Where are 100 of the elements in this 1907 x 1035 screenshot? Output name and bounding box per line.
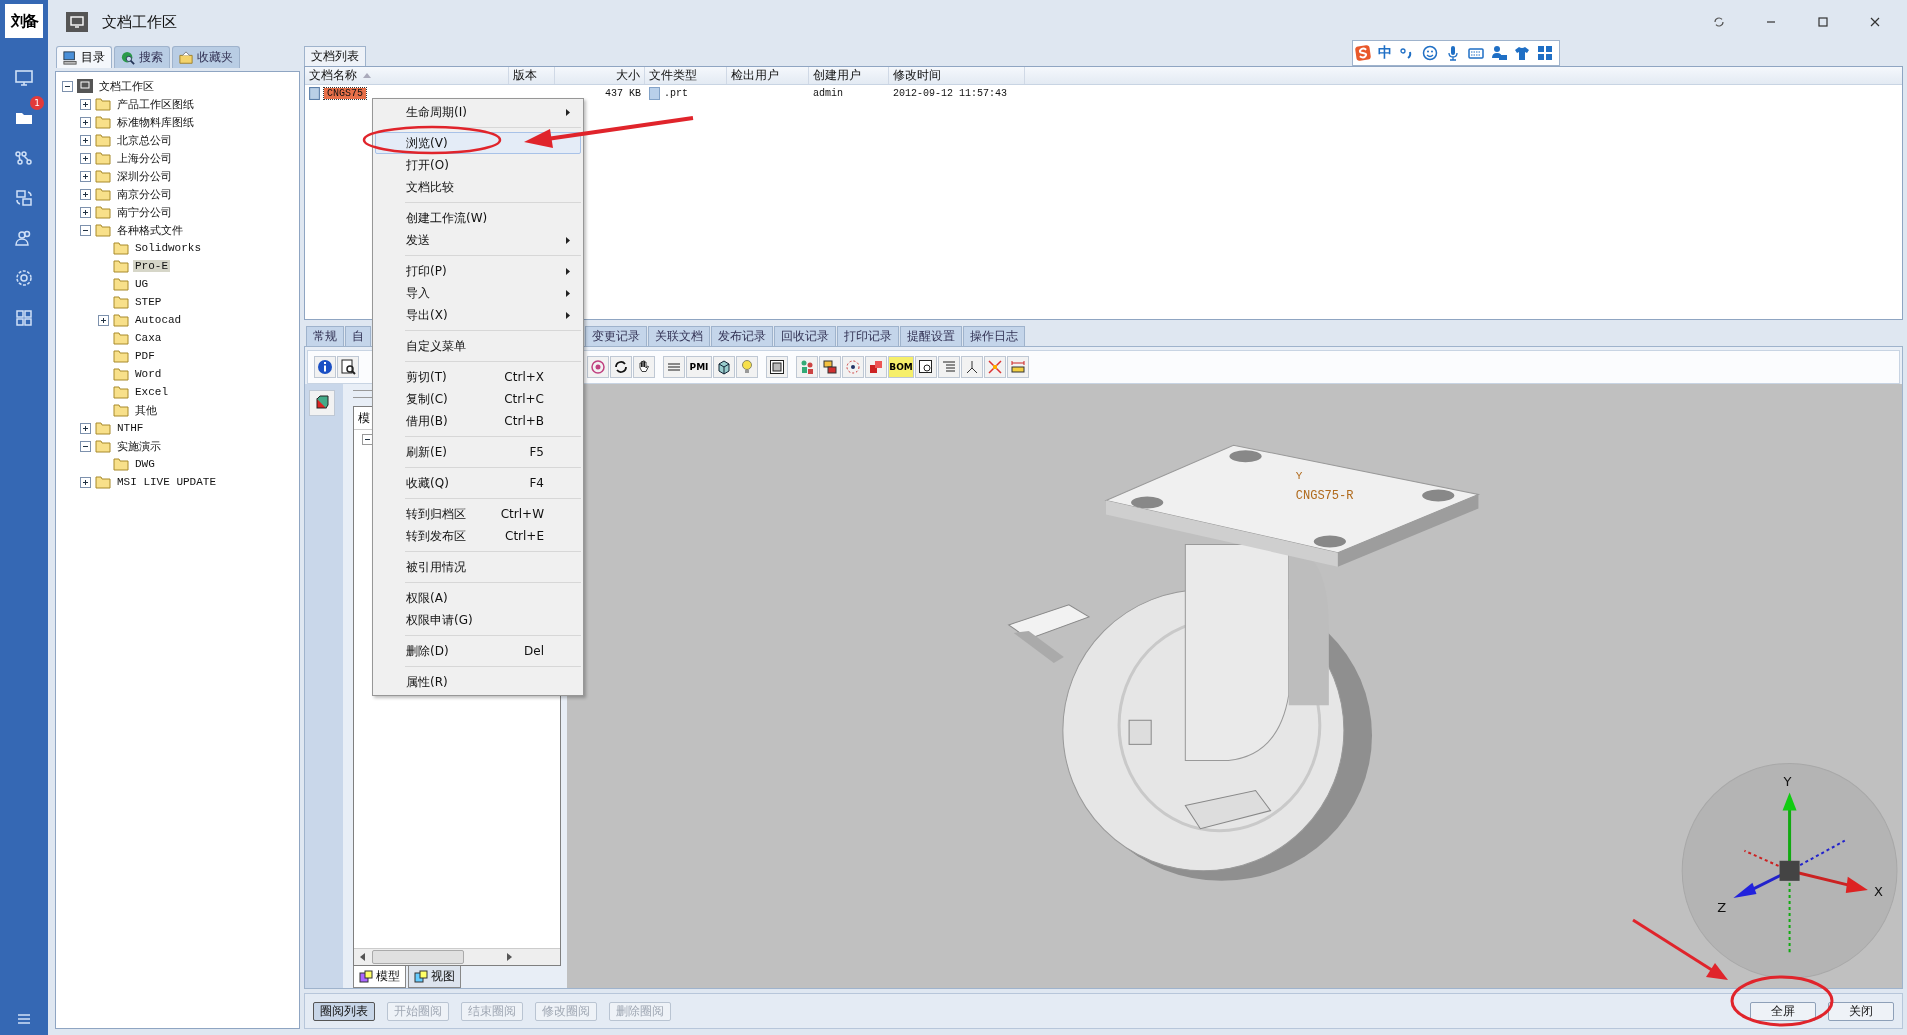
detail-tab[interactable]: 提醒设置	[900, 326, 962, 346]
tree-item[interactable]: 实施演示	[115, 438, 163, 454]
zoomdoc-button[interactable]	[915, 356, 937, 378]
hand-button[interactable]	[633, 356, 655, 378]
tree-item[interactable]: 各种格式文件	[115, 222, 185, 238]
tree-item[interactable]: MSI LIVE UPDATE	[115, 476, 219, 488]
scrollbar-thumb[interactable]	[372, 950, 464, 964]
axes-button[interactable]	[961, 356, 983, 378]
list-tab[interactable]: 文档列表	[304, 46, 366, 66]
tree-item[interactable]: 南宁分公司	[115, 204, 174, 220]
tree-item[interactable]: 产品工作区图纸	[115, 96, 196, 112]
detail-tab[interactable]: 变更记录	[585, 326, 647, 346]
stack-button[interactable]	[819, 356, 841, 378]
panel-tab[interactable]: 收藏夹	[172, 46, 240, 68]
table-cell[interactable]: CNGS75	[324, 88, 366, 99]
column-header[interactable]: 文件类型	[645, 67, 727, 84]
menu-item[interactable]: 打开(O)	[403, 154, 581, 176]
collapse-toggle-icon[interactable]	[62, 80, 73, 92]
sync-icon[interactable]	[14, 188, 34, 208]
scroll-left-icon[interactable]	[360, 953, 366, 961]
tree-item[interactable]: NTHF	[115, 422, 146, 434]
settings-icon[interactable]	[14, 268, 34, 288]
collapse-toggle-icon[interactable]	[80, 440, 91, 452]
tree-item[interactable]: PDF	[133, 350, 157, 362]
bom-button[interactable]: BOM	[888, 356, 914, 378]
tree-item[interactable]: 标准物料库图纸	[115, 114, 196, 130]
grid-icon[interactable]	[1537, 45, 1553, 61]
menu-icon[interactable]	[17, 1013, 31, 1025]
shirt-icon[interactable]	[1514, 45, 1530, 61]
panel-tab[interactable]: 搜索	[114, 46, 170, 68]
tree-item[interactable]: UG	[133, 278, 151, 290]
tree-item[interactable]: 其他	[133, 402, 159, 418]
column-header[interactable]: 修改时间	[889, 67, 1025, 84]
collapse-toggle-icon[interactable]	[362, 434, 373, 445]
tree-item[interactable]: Pro-E	[133, 260, 170, 272]
horizontal-scrollbar[interactable]	[354, 948, 560, 965]
detail-tab[interactable]: 回收记录	[774, 326, 836, 346]
panel-tab[interactable]: 目录	[56, 46, 112, 68]
maximize-icon[interactable]	[1817, 16, 1829, 28]
tree-item[interactable]: DWG	[133, 458, 157, 470]
tree-item[interactable]: 南京分公司	[115, 186, 174, 202]
ruler-button[interactable]	[1007, 356, 1029, 378]
expand-toggle-icon[interactable]	[80, 134, 91, 146]
tree-item[interactable]: 北京总公司	[115, 132, 174, 148]
detail-tab[interactable]: 常规	[306, 326, 344, 346]
tree-item[interactable]: Solidworks	[133, 242, 203, 254]
input-method-logo-icon[interactable]	[1355, 45, 1371, 61]
tree-item[interactable]: Autocad	[133, 314, 184, 326]
column-header[interactable]: 版本	[509, 67, 555, 84]
expand-toggle-icon[interactable]	[98, 314, 109, 326]
expand-toggle-icon[interactable]	[80, 206, 91, 218]
column-header[interactable]: 大小	[555, 67, 645, 84]
preview-button[interactable]	[337, 356, 359, 378]
axis-gizmo-drawing[interactable]	[1681, 762, 1898, 979]
cube-button[interactable]	[713, 356, 735, 378]
menu-item[interactable]: 生命周期(I)	[403, 101, 581, 123]
microphone-icon[interactable]	[1445, 45, 1461, 61]
menu-item[interactable]: 打印(P)	[403, 260, 581, 282]
grid-icon[interactable]	[14, 308, 34, 328]
detail-tab[interactable]: 自	[345, 326, 371, 346]
target-button[interactable]	[587, 356, 609, 378]
pmi-button[interactable]: PMI	[686, 356, 712, 378]
window-button[interactable]: 全屏	[1750, 1001, 1816, 1021]
menu-item[interactable]: 自定义菜单	[403, 335, 581, 357]
menu-item[interactable]: 导入	[403, 282, 581, 304]
review-button[interactable]: 圈阅列表	[313, 1001, 375, 1021]
emoji-icon[interactable]	[1422, 45, 1438, 61]
detail-tab[interactable]: 打印记录	[837, 326, 899, 346]
column-header[interactable]: 文档名称	[305, 67, 509, 84]
detail-tab[interactable]: 发布记录	[711, 326, 773, 346]
tree-item[interactable]: 文档工作区	[97, 78, 156, 94]
panel-tab[interactable]: 视图	[408, 966, 461, 988]
panel-tab[interactable]: 模型	[353, 966, 406, 988]
tree-item[interactable]: 上海分公司	[115, 150, 174, 166]
layers-button[interactable]	[663, 356, 685, 378]
expand-toggle-icon[interactable]	[80, 422, 91, 434]
keyboard-icon[interactable]	[1468, 45, 1484, 61]
detail-tab[interactable]: 操作日志	[963, 326, 1025, 346]
cube-button[interactable]	[309, 390, 335, 416]
user-icon[interactable]	[1491, 45, 1507, 61]
info-button[interactable]	[314, 356, 336, 378]
frame-button[interactable]	[766, 356, 788, 378]
menu-item[interactable]: 导出(X)	[403, 304, 581, 326]
tree-item[interactable]: STEP	[133, 296, 164, 308]
column-header[interactable]: 检出用户	[727, 67, 809, 84]
expand-toggle-icon[interactable]	[80, 188, 91, 200]
3d-viewport[interactable]: Y CNGS75-R Y X Z	[567, 384, 1902, 988]
tree-item[interactable]: Word	[133, 368, 164, 380]
expand-toggle-icon[interactable]	[80, 170, 91, 182]
menu-item[interactable]: 发送	[403, 229, 581, 251]
window-button[interactable]: 关闭	[1828, 1001, 1894, 1021]
tree-item[interactable]: Caxa	[133, 332, 164, 344]
expand-toggle-icon[interactable]	[80, 98, 91, 110]
expand-toggle-icon[interactable]	[80, 152, 91, 164]
network-icon[interactable]	[14, 148, 34, 168]
tree-item[interactable]: 深圳分公司	[115, 168, 174, 184]
tree-item[interactable]: Excel	[133, 386, 170, 398]
close-icon[interactable]	[1869, 16, 1881, 28]
refresh-icon[interactable]	[1713, 16, 1725, 28]
monitor-icon[interactable]	[14, 68, 34, 88]
